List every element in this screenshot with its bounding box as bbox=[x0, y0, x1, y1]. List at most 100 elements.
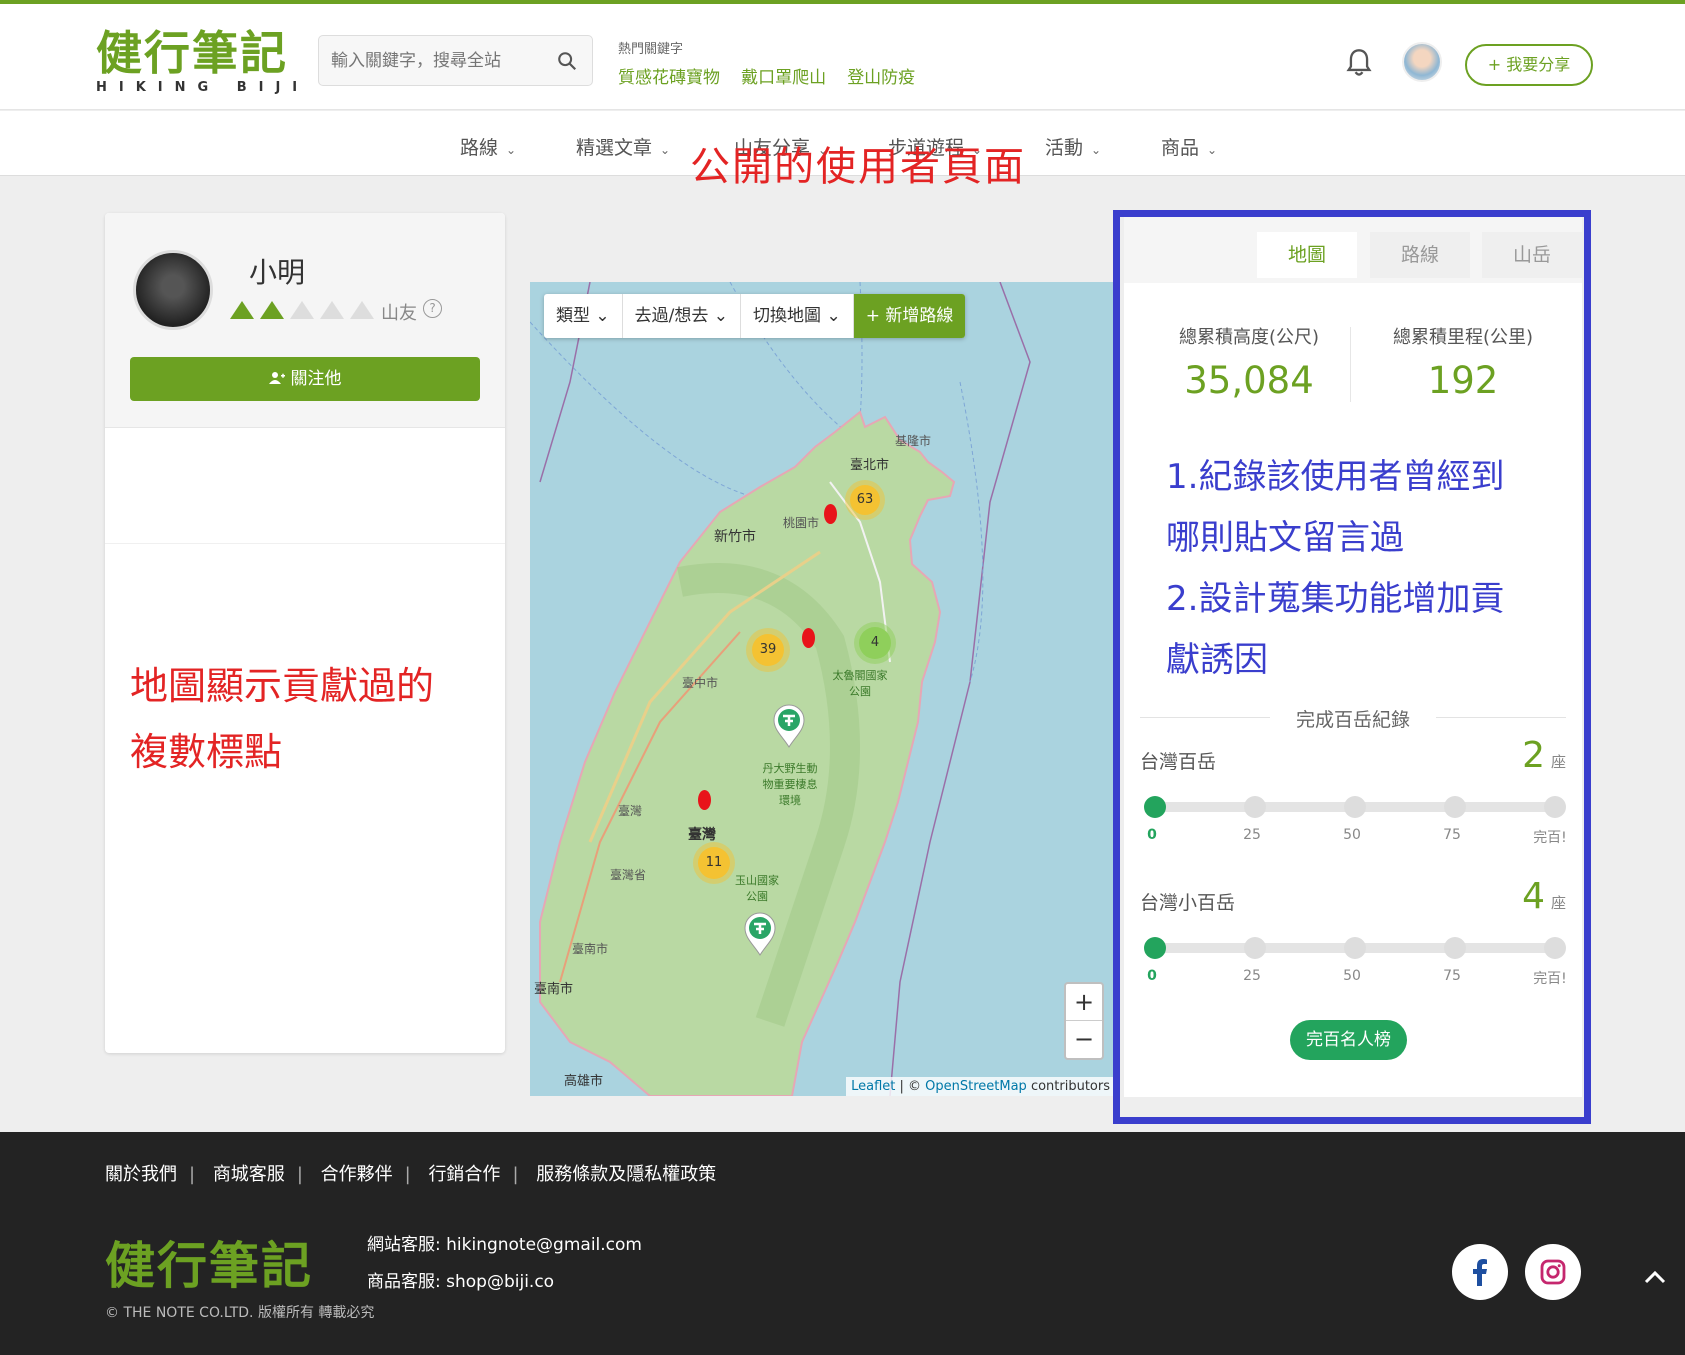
progress-tick: 完百! bbox=[1533, 971, 1567, 987]
leaflet-link[interactable]: Leaflet bbox=[851, 1079, 895, 1094]
annotation-text: 地圖顯示貢獻過的 bbox=[130, 664, 435, 708]
map-cluster-marker[interactable]: 63 bbox=[845, 480, 885, 520]
map-place-label: 臺灣省 bbox=[610, 868, 647, 882]
visited-filter-label: 去過/想去 bbox=[634, 306, 709, 326]
bell-icon[interactable] bbox=[1345, 48, 1373, 78]
zoom-out-button[interactable]: − bbox=[1066, 1021, 1102, 1058]
help-icon[interactable]: ? bbox=[423, 299, 442, 318]
annotation-text: 1.紀錄該使用者曾經到 bbox=[1166, 457, 1505, 497]
map-place-label: 玉山國家公園 bbox=[735, 874, 779, 903]
zoom-in-button[interactable]: + bbox=[1066, 984, 1102, 1021]
stats-panel: 地圖 路線 山岳 總累積高度(公尺) 35,084 總累積里程(公里) 192 … bbox=[1124, 217, 1582, 1097]
progress-tick: 50 bbox=[1343, 968, 1361, 984]
type-filter-dropdown[interactable]: 類型 ⌄ bbox=[544, 294, 623, 338]
map-place-label: 桃園市 bbox=[783, 516, 820, 530]
nav-item-label: 路線 bbox=[460, 137, 499, 159]
xiaobaiyue-unit: 座 bbox=[1550, 894, 1566, 912]
footer-link-terms[interactable]: 服務條款及隱私權政策 bbox=[536, 1164, 716, 1185]
map-place-label: 基隆市 bbox=[895, 434, 932, 448]
switch-map-dropdown[interactable]: 切換地圖 ⌄ bbox=[741, 294, 854, 338]
follow-button[interactable]: 關注他 bbox=[130, 357, 480, 401]
chevron-down-icon: ⌄ bbox=[1207, 143, 1218, 157]
footer-link-marketing[interactable]: 行銷合作 bbox=[428, 1164, 500, 1185]
switch-map-label: 切換地圖 bbox=[753, 306, 822, 326]
tab-map[interactable]: 地圖 bbox=[1257, 232, 1357, 278]
footer-logo[interactable]: 健行筆記 bbox=[105, 1226, 313, 1298]
profile-name: 小明 bbox=[249, 256, 306, 289]
elevation-stat: 總累積高度(公尺) 35,084 bbox=[1144, 323, 1354, 402]
mountain-icon bbox=[290, 301, 315, 319]
search-icon[interactable] bbox=[556, 50, 578, 72]
chevron-down-icon: ⌄ bbox=[713, 306, 729, 326]
map-trail-pin-icon[interactable] bbox=[772, 704, 806, 748]
footer-link-partners[interactable]: 合作夥伴 bbox=[321, 1164, 393, 1185]
chevron-down-icon: ⌄ bbox=[1091, 143, 1102, 157]
search-input[interactable] bbox=[331, 48, 551, 74]
map-place-label: 臺南市 bbox=[534, 982, 574, 997]
nav-item-events[interactable]: 活動 ⌄ bbox=[1045, 133, 1101, 160]
rank-label: 山友 bbox=[381, 303, 417, 324]
tab-mountains[interactable]: 山岳 bbox=[1482, 232, 1582, 278]
hot-keywords-title: 熱門關鍵字 bbox=[618, 42, 684, 57]
shop-service-email[interactable]: 商品客服: shop@biji.co bbox=[367, 1264, 642, 1301]
instagram-button[interactable] bbox=[1525, 1244, 1581, 1300]
progress-dot bbox=[1544, 796, 1566, 818]
site-logo[interactable]: 健行筆記 HIKING BIJI bbox=[96, 28, 309, 95]
osm-link[interactable]: OpenStreetMap bbox=[925, 1079, 1027, 1094]
footer-link-shop-service[interactable]: 商城客服 bbox=[213, 1164, 285, 1185]
map-place-label: 高雄市 bbox=[564, 1074, 604, 1089]
chevron-down-icon: ⌄ bbox=[660, 143, 671, 157]
progress-tick: 75 bbox=[1443, 827, 1461, 843]
map-cluster-marker[interactable]: 39 bbox=[746, 628, 790, 672]
map-toolbar: 類型 ⌄ 去過/想去 ⌄ 切換地圖 ⌄ + 新增路線 bbox=[544, 294, 966, 338]
map-trail-pin-icon[interactable] bbox=[743, 912, 777, 956]
map-place-label: 丹大野生動物重要棲息環境 bbox=[762, 762, 818, 807]
map-cluster-marker[interactable]: 4 bbox=[854, 622, 896, 664]
map-place-label: 臺灣 bbox=[618, 804, 643, 818]
zoom-control: + − bbox=[1064, 982, 1104, 1060]
hot-keyword-link[interactable]: 質感花磚寶物 bbox=[618, 68, 720, 88]
user-avatar[interactable] bbox=[1402, 42, 1442, 82]
divider bbox=[105, 543, 505, 544]
map-pin-red[interactable] bbox=[698, 790, 711, 810]
annotation-text: 哪則貼文留言過 bbox=[1166, 518, 1404, 558]
site-footer: 關於我們 | 商城客服 | 合作夥伴 | 行銷合作 | 服務條款及隱私權政策 健行筆記 … bbox=[0, 1132, 1685, 1355]
footer-link-about[interactable]: 關於我們 bbox=[105, 1164, 177, 1185]
progress-dot bbox=[1144, 796, 1166, 818]
add-route-button[interactable]: + 新增路線 bbox=[853, 294, 966, 338]
xiaobaiyue-label: 台灣小百岳 bbox=[1140, 892, 1236, 914]
mountain-icon bbox=[230, 301, 254, 319]
profile-header: 小明 山友 ? 關注他 bbox=[105, 213, 505, 428]
add-user-icon bbox=[268, 372, 285, 384]
hot-keyword-link[interactable]: 戴口罩爬山 bbox=[741, 68, 826, 88]
progress-tick: 25 bbox=[1243, 827, 1261, 843]
chevron-down-icon: ⌄ bbox=[595, 306, 610, 326]
distance-value: 192 bbox=[1427, 359, 1499, 402]
logo-text: 健行筆記 bbox=[96, 26, 288, 80]
hot-keyword-link[interactable]: 登山防疫 bbox=[847, 68, 915, 88]
visited-filter-dropdown[interactable]: 去過/想去 ⌄ bbox=[623, 294, 742, 338]
map-place-label: 臺灣 bbox=[688, 827, 716, 843]
follow-button-label: 關注他 bbox=[290, 369, 342, 389]
nav-item-products[interactable]: 商品 ⌄ bbox=[1161, 133, 1217, 160]
nav-item-routes[interactable]: 路線 ⌄ bbox=[460, 133, 516, 160]
site-service-email[interactable]: 網站客服: hikingnote@gmail.com bbox=[367, 1227, 642, 1264]
map-pin-red[interactable] bbox=[802, 628, 815, 648]
type-filter-label: 類型 bbox=[556, 306, 590, 326]
xiaobaiyue-count-value: 4 bbox=[1522, 876, 1545, 917]
map-pin-red[interactable] bbox=[824, 504, 837, 524]
progress-dot bbox=[1144, 937, 1166, 959]
leaderboard-button[interactable]: 完百名人榜 bbox=[1290, 1020, 1407, 1060]
share-button[interactable]: + 我要分享 bbox=[1465, 44, 1593, 86]
footer-separator: | bbox=[296, 1164, 303, 1185]
attribution-tail: contributors bbox=[1026, 1079, 1110, 1094]
tab-routes[interactable]: 路線 bbox=[1370, 232, 1470, 278]
back-to-top-icon[interactable] bbox=[1640, 1262, 1670, 1292]
facebook-button[interactable] bbox=[1452, 1244, 1508, 1300]
contribution-map[interactable]: 基隆市 臺北市 桃園市 新竹市 臺中市 太魯閣國家公園 丹大野生動物重要棲息環境… bbox=[530, 282, 1115, 1096]
map-cluster-marker[interactable]: 11 bbox=[693, 842, 735, 884]
progress-tick: 50 bbox=[1343, 827, 1361, 843]
progress-tick: 完百! bbox=[1533, 830, 1567, 846]
nav-item-articles[interactable]: 精選文章 ⌄ bbox=[576, 133, 670, 160]
annotation-text: 獻誘因 bbox=[1166, 640, 1268, 680]
